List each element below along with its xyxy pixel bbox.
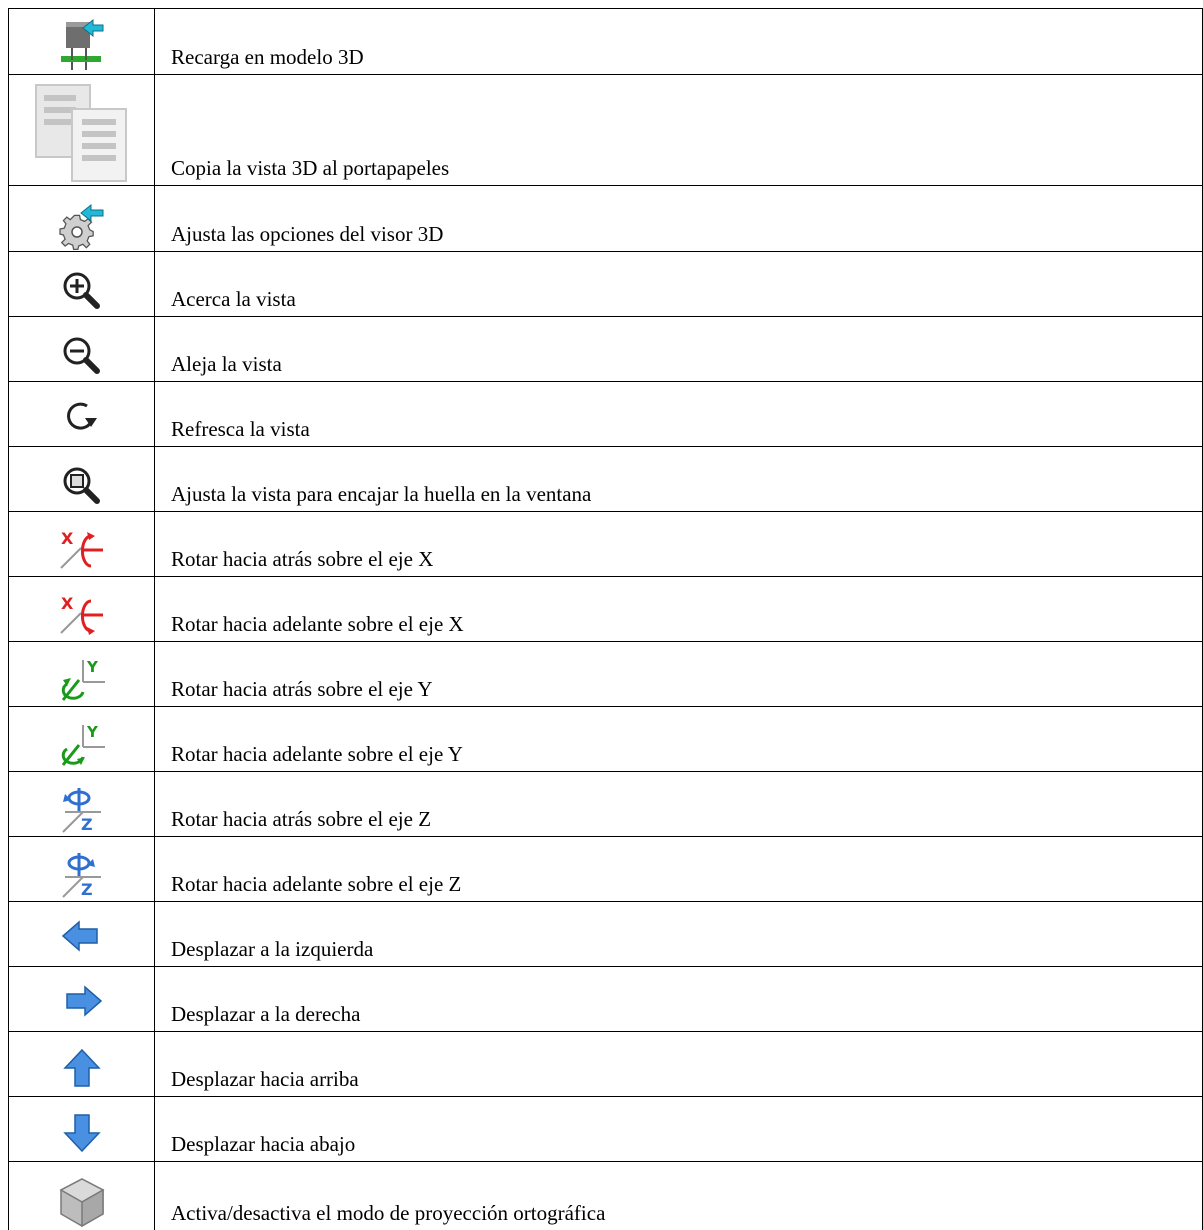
icon-cell: Y: [8, 641, 155, 707]
row-label: Desplazar a la derecha: [171, 1002, 361, 1026]
row-label: Recarga en modelo 3D: [171, 45, 364, 69]
icon-cell: [8, 185, 155, 252]
description-cell: Rotar hacia atrás sobre el eje Y: [154, 641, 1203, 707]
row-label: Refresca la vista: [171, 417, 310, 441]
icon-cell: [8, 901, 155, 967]
zoom-out-icon: [63, 337, 100, 374]
rotate-y-back-icon: Y: [61, 658, 105, 701]
table-row: X Rotar hacia atrás sobre el eje X: [8, 511, 1203, 577]
icon-cell: [8, 1096, 155, 1162]
description-cell: Desplazar hacia arriba: [154, 1031, 1203, 1097]
icon-cell: [8, 1161, 155, 1230]
row-label: Rotar hacia adelante sobre el eje Z: [171, 872, 462, 896]
table-row: Acerca la vista: [8, 251, 1203, 317]
icon-cell: [8, 251, 155, 317]
svg-text:Y: Y: [86, 658, 99, 676]
icon-cell: X: [8, 576, 155, 642]
row-label: Copia la vista 3D al portapapeles: [171, 156, 450, 180]
svg-text:X: X: [61, 529, 74, 548]
copy-to-clipboard-icon: [34, 84, 127, 182]
description-cell: Rotar hacia atrás sobre el eje X: [154, 511, 1203, 577]
orthographic-toggle-icon: [58, 1177, 105, 1227]
description-cell: Desplazar a la izquierda: [154, 901, 1203, 967]
pan-up-icon: [62, 1048, 101, 1087]
table-row: Z Rotar hacia atrás sobre el eje Z: [8, 771, 1203, 837]
icon-cell: [8, 74, 155, 186]
description-cell: Rotar hacia atrás sobre el eje Z: [154, 771, 1203, 837]
pan-right-icon: [65, 985, 102, 1017]
pan-down-icon: [62, 1114, 101, 1153]
description-cell: Recarga en modelo 3D: [154, 8, 1203, 75]
pan-left-icon: [61, 920, 98, 952]
table-row: Ajusta la vista para encajar la huella e…: [8, 446, 1203, 512]
description-cell: Rotar hacia adelante sobre el eje X: [154, 576, 1203, 642]
table-row: Z Rotar hacia adelante sobre el eje Z: [8, 836, 1203, 902]
description-cell: Copia la vista 3D al portapapeles: [154, 74, 1203, 186]
table-row: Refresca la vista: [8, 381, 1203, 447]
description-cell: Ajusta las opciones del visor 3D: [154, 185, 1203, 252]
description-cell: Rotar hacia adelante sobre el eje Y: [154, 706, 1203, 772]
icon-cell: Z: [8, 771, 155, 837]
table-row: Aleja la vista: [8, 316, 1203, 382]
zoom-in-icon: [63, 272, 100, 309]
rotate-z-back-icon: Z: [61, 788, 101, 834]
icon-cell: [8, 446, 155, 512]
table-row: Desplazar hacia arriba: [8, 1031, 1203, 1097]
icon-cell: [8, 381, 155, 447]
row-label: Rotar hacia adelante sobre el eje Y: [171, 742, 463, 766]
rotate-z-forward-icon: Z: [61, 853, 101, 899]
rotate-x-forward-icon: X: [59, 594, 103, 635]
description-cell: Refresca la vista: [154, 381, 1203, 447]
table-row: Y Rotar hacia adelante sobre el eje Y: [8, 706, 1203, 772]
row-label: Activa/desactiva el modo de proyección o…: [171, 1200, 606, 1225]
row-label: Rotar hacia atrás sobre el eje X: [171, 547, 434, 571]
row-label: Ajusta la vista para encajar la huella e…: [171, 482, 592, 506]
row-label: Aleja la vista: [171, 352, 282, 376]
table-row: Desplazar a la izquierda: [8, 901, 1203, 967]
table-row: Desplazar hacia abajo: [8, 1096, 1203, 1162]
table-row: X Rotar hacia adelante sobre el eje X: [8, 576, 1203, 642]
description-cell: Rotar hacia adelante sobre el eje Z: [154, 836, 1203, 902]
row-label: Desplazar hacia abajo: [171, 1132, 356, 1156]
table-row: Y Rotar hacia atrás sobre el eje Y: [8, 641, 1203, 707]
description-cell: Acerca la vista: [154, 251, 1203, 317]
svg-text:Z: Z: [81, 880, 93, 899]
refresh-icon: [66, 402, 97, 430]
description-cell: Desplazar a la derecha: [154, 966, 1203, 1032]
table-row: Copia la vista 3D al portapapeles: [8, 74, 1203, 186]
description-cell: Activa/desactiva el modo de proyección o…: [154, 1161, 1203, 1230]
zoom-fit-icon: [63, 467, 100, 504]
svg-text:X: X: [61, 594, 74, 613]
icon-cell: [8, 316, 155, 382]
description-cell: Ajusta la vista para encajar la huella e…: [154, 446, 1203, 512]
icon-cell: Z: [8, 836, 155, 902]
row-label: Ajusta las opciones del visor 3D: [171, 222, 444, 246]
row-label: Rotar hacia adelante sobre el eje X: [171, 612, 464, 636]
table-row: Recarga en modelo 3D: [8, 8, 1203, 75]
settings-gear-icon: [58, 203, 103, 251]
toolbar-reference-table: Recarga en modelo 3D Copia la vista 3D a…: [8, 8, 1203, 1230]
row-label: Desplazar a la izquierda: [171, 937, 374, 961]
description-cell: Aleja la vista: [154, 316, 1203, 382]
row-label: Rotar hacia atrás sobre el eje Y: [171, 677, 433, 701]
icon-cell: [8, 966, 155, 1032]
table-row: Activa/desactiva el modo de proyección o…: [8, 1161, 1203, 1230]
rotate-y-forward-icon: Y: [61, 723, 105, 766]
svg-text:Y: Y: [86, 723, 99, 741]
reload-3d-model-icon: [60, 18, 103, 70]
description-cell: Desplazar hacia abajo: [154, 1096, 1203, 1162]
table-row: Ajusta las opciones del visor 3D: [8, 185, 1203, 252]
rotate-x-back-icon: X: [59, 529, 103, 569]
icon-cell: X: [8, 511, 155, 577]
svg-text:Z: Z: [81, 815, 93, 834]
row-label: Rotar hacia atrás sobre el eje Z: [171, 807, 432, 831]
row-label: Desplazar hacia arriba: [171, 1067, 359, 1091]
row-label: Acerca la vista: [171, 287, 296, 311]
icon-cell: [8, 8, 155, 75]
table-row: Desplazar a la derecha: [8, 966, 1203, 1032]
icon-cell: Y: [8, 706, 155, 772]
icon-cell: [8, 1031, 155, 1097]
